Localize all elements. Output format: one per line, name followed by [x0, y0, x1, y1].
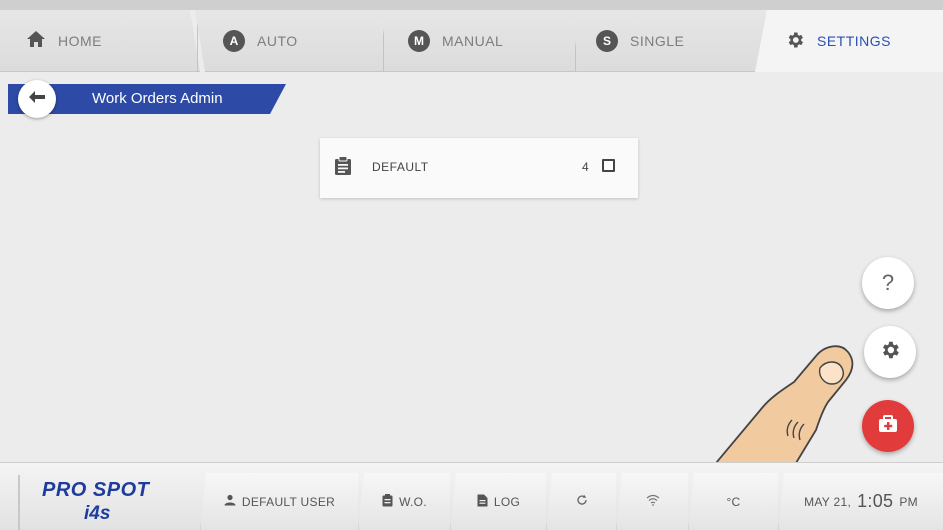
home-icon — [26, 30, 46, 51]
tab-home[interactable]: HOME — [0, 10, 200, 72]
gear-icon — [785, 30, 805, 53]
tab-settings[interactable]: SETTINGS — [755, 10, 943, 72]
work-order-count: 4 — [582, 160, 589, 174]
status-bar: PRO SPOT i4s DEFAULT USER W.O. LOG °C MA… — [0, 462, 943, 530]
work-order-name: DEFAULT — [372, 160, 429, 174]
document-icon — [477, 494, 488, 510]
back-button[interactable] — [18, 80, 56, 118]
single-mode-icon: S — [596, 29, 618, 52]
refresh-button[interactable] — [546, 473, 616, 530]
tab-settings-label: SETTINGS — [817, 33, 892, 49]
clipboard-icon — [382, 493, 393, 510]
auto-mode-icon: A — [223, 29, 245, 52]
help-button[interactable]: ? — [862, 257, 914, 309]
tab-single[interactable]: S SINGLE — [570, 10, 775, 72]
wifi-icon — [646, 494, 660, 509]
breadcrumb: Work Orders Admin — [8, 80, 286, 118]
tab-manual-label: MANUAL — [442, 32, 504, 49]
work-order-item[interactable]: DEFAULT 4 — [320, 138, 638, 198]
work-order-button[interactable]: W.O. — [358, 473, 450, 530]
pro-spot-logo: PRO SPOT i4s — [18, 475, 190, 530]
tab-single-label: SINGLE — [630, 32, 685, 49]
wifi-button[interactable] — [616, 473, 688, 530]
help-label: ? — [881, 270, 895, 295]
logo-subtext: i4s — [84, 503, 111, 524]
tab-auto[interactable]: A AUTO — [195, 10, 395, 72]
user-label: DEFAULT USER — [241, 494, 336, 509]
user-button[interactable]: DEFAULT USER — [200, 473, 358, 530]
page-title: Work Orders Admin — [92, 90, 223, 107]
refresh-icon — [576, 494, 588, 509]
log-button[interactable]: LOG — [450, 473, 546, 530]
tab-bar-top-border — [0, 0, 943, 10]
tab-auto-label: AUTO — [257, 32, 298, 49]
work-order-label: W.O. — [399, 494, 427, 509]
time-label: 1:05 — [857, 491, 894, 511]
user-icon — [224, 494, 236, 509]
emergency-button[interactable] — [862, 400, 914, 452]
tab-manual[interactable]: M MANUAL — [380, 10, 580, 72]
gear-icon — [879, 339, 901, 366]
tab-home-label: HOME — [58, 32, 102, 49]
logo-text: PRO SPOT — [42, 479, 150, 501]
date-label: MAY 21, — [804, 494, 852, 509]
pointing-hand-icon — [715, 338, 866, 468]
log-label: LOG — [493, 494, 521, 509]
temperature-unit-button[interactable]: °C — [688, 473, 778, 530]
date-time-display: MAY 21, 1:05 PM — [778, 473, 943, 530]
manual-mode-icon: M — [408, 29, 430, 52]
ampm-label: PM — [899, 494, 918, 509]
top-tab-bar: HOME A AUTO M MANUAL S SINGLE SETTINGS — [0, 0, 943, 72]
medical-kit-icon — [878, 414, 898, 438]
work-order-checkbox[interactable] — [602, 159, 615, 172]
clipboard-icon — [334, 156, 352, 181]
temperature-label: °C — [726, 494, 741, 509]
settings-fab-button[interactable] — [864, 326, 916, 378]
arrow-left-icon — [29, 90, 45, 108]
